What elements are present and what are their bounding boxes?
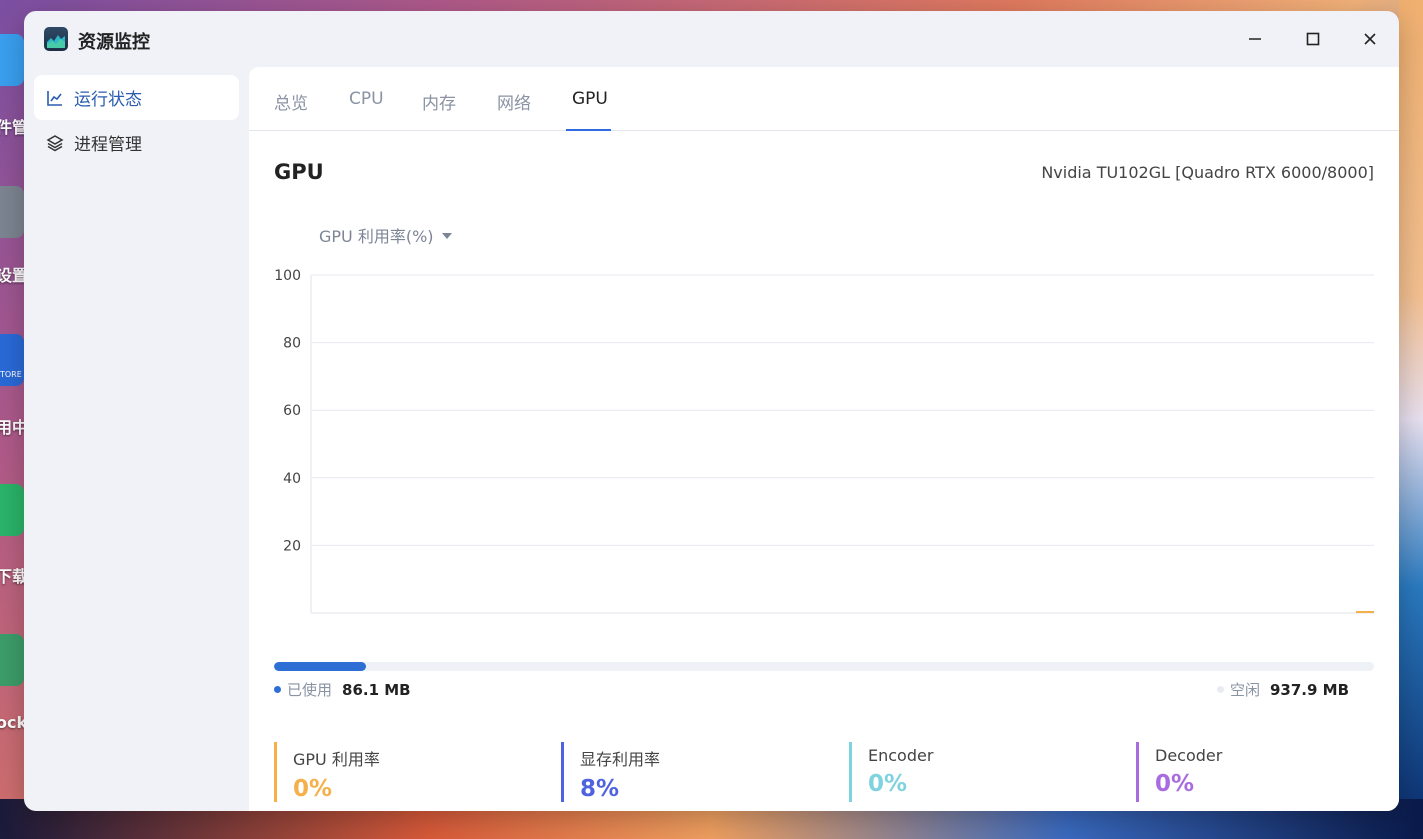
free-dot-icon: [1216, 686, 1224, 693]
memory-used-value: 86.1 MB: [342, 680, 411, 699]
active-tab-indicator: [566, 129, 611, 131]
memory-free-legend: 空闲 937.9 MB: [1216, 679, 1349, 700]
stat-gpu-utilization: GPU 利用率 0%: [274, 742, 380, 802]
stat-label: Encoder: [868, 746, 934, 765]
desktop-label: 下载: [0, 567, 24, 586]
sidebar-item-process-management[interactable]: 进程管理: [34, 120, 239, 165]
memory-free-label: 空闲: [1229, 681, 1260, 699]
stat-label: 显存利用率: [580, 750, 661, 769]
close-icon: [1364, 33, 1376, 45]
section-title: GPU: [274, 160, 324, 184]
settings-gear-icon[interactable]: [0, 186, 24, 238]
y-tick-label: 60: [283, 403, 301, 419]
memory-usage-fill: [274, 662, 367, 671]
window-title: 资源监控: [78, 32, 150, 53]
desktop-label: ocke: [0, 713, 24, 732]
minimize-button[interactable]: [1240, 25, 1270, 53]
maximize-button[interactable]: [1298, 25, 1328, 53]
sidebar-item-label: 进程管理: [74, 135, 142, 155]
line-chart-icon: [46, 89, 64, 107]
memory-free-value: 937.9 MB: [1269, 680, 1349, 699]
memory-used-legend: 已使用 86.1 MB: [274, 679, 411, 700]
download-icon[interactable]: [0, 484, 24, 536]
tab-overview[interactable]: 总览: [274, 89, 308, 114]
gpu-utilization-chart: 100 80 60 40 20: [274, 268, 1374, 614]
tab-bar: 总览 CPU 内存 网络 GPU: [249, 67, 1399, 131]
tab-memory[interactable]: 内存: [422, 89, 456, 114]
close-button[interactable]: [1355, 25, 1385, 53]
tab-network[interactable]: 网络: [497, 89, 531, 114]
file-manager-icon[interactable]: [0, 34, 24, 86]
stat-value: 0%: [293, 776, 333, 802]
stat-encoder: Encoder 0%: [849, 742, 933, 802]
resource-monitor-app-icon: [44, 27, 68, 51]
desktop-label: 设置: [0, 266, 24, 285]
desktop-wallpaper-right: [1399, 0, 1423, 839]
maximize-icon: [1306, 32, 1320, 46]
minimize-icon: [1249, 38, 1261, 40]
stat-decoder: Decoder 0%: [1136, 742, 1222, 802]
tab-gpu[interactable]: GPU: [572, 89, 608, 109]
desktop-label: 件管: [0, 118, 24, 137]
stat-label: Decoder: [1155, 746, 1223, 765]
sidebar: 运行状态 进程管理: [24, 67, 249, 811]
y-tick-label: 40: [283, 471, 301, 487]
metric-selector-label: GPU 利用率(%): [319, 227, 434, 246]
metric-selector-dropdown[interactable]: GPU 利用率(%): [319, 223, 452, 247]
tab-cpu[interactable]: CPU: [349, 89, 384, 109]
docker-icon[interactable]: [0, 634, 24, 686]
y-tick-label: 20: [283, 538, 301, 554]
store-text: TORE: [0, 370, 22, 379]
sidebar-item-running-status[interactable]: 运行状态: [34, 75, 239, 120]
stat-label: GPU 利用率: [293, 750, 380, 769]
stat-value: 0%: [1155, 771, 1195, 797]
main-panel: 总览 CPU 内存 网络 GPU GPU Nvidia TU102GL [Qua…: [249, 67, 1399, 811]
resource-monitor-window: 资源监控 运行状态 进程管理 总览 CPU 内存 网络 GPU GPU Nvid…: [24, 11, 1399, 811]
title-bar[interactable]: 资源监控: [24, 11, 1399, 67]
stat-value: 0%: [868, 771, 908, 797]
gpu-model-name: Nvidia TU102GL [Quadro RTX 6000/8000]: [1041, 163, 1374, 182]
desktop-icon-strip: 件管 设置 TORE 用中 下载 ocke: [0, 0, 24, 839]
caret-down-icon: [441, 232, 452, 239]
y-tick-label: 100: [274, 268, 301, 284]
memory-usage-bar: [274, 662, 1374, 671]
sidebar-item-label: 运行状态: [74, 90, 142, 110]
app-store-icon[interactable]: TORE: [0, 334, 24, 386]
stat-vram-utilization: 显存利用率 8%: [561, 742, 660, 802]
memory-used-label: 已使用: [287, 681, 333, 699]
stat-value: 8%: [580, 776, 620, 802]
desktop-label: 用中: [0, 418, 24, 437]
y-tick-label: 80: [283, 336, 301, 352]
layers-icon: [46, 134, 64, 152]
used-dot-icon: [274, 686, 281, 693]
